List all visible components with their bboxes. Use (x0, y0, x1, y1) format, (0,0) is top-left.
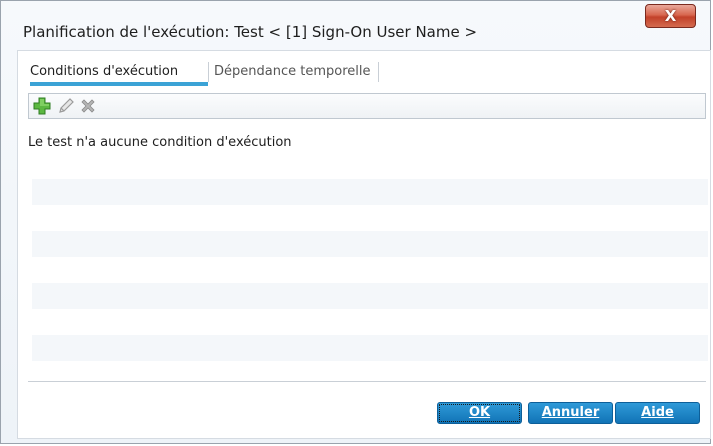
conditions-list[interactable] (32, 153, 708, 387)
list-row (32, 231, 708, 257)
list-row (32, 179, 708, 205)
dialog-client-area: Conditions d'exécution Dépendance tempor… (17, 50, 711, 439)
tab-separator (208, 62, 209, 82)
active-tab-indicator (30, 82, 208, 86)
list-row (32, 283, 708, 309)
add-icon[interactable] (33, 97, 51, 115)
tab-conditions-label: Conditions d'exécution (30, 64, 179, 79)
list-row (32, 205, 708, 231)
ok-button-label: OK (468, 405, 491, 420)
cancel-button[interactable]: Annuler (528, 402, 613, 424)
list-row (32, 153, 708, 179)
ok-button[interactable]: OK (437, 402, 522, 424)
toolbar (28, 93, 706, 119)
delete-icon[interactable] (79, 97, 97, 115)
list-row (32, 335, 708, 361)
pencil-icon[interactable] (57, 97, 75, 115)
close-icon: X (664, 7, 677, 25)
tab-conditions[interactable]: Conditions d'exécution (30, 59, 208, 86)
help-button[interactable]: Aide (615, 402, 700, 424)
empty-message: Le test n'a aucune condition d'exécution (28, 135, 292, 150)
help-button-label: Aide (641, 405, 674, 420)
close-button[interactable]: X (645, 4, 696, 28)
tab-time-dependency[interactable]: Dépendance temporelle (214, 59, 370, 85)
dialog-window: Planification de l'exécution: Test < [1]… (0, 0, 711, 444)
tab-time-dependency-label: Dépendance temporelle (214, 64, 371, 79)
cancel-button-label: Annuler (541, 405, 600, 420)
list-row (32, 361, 708, 387)
tab-separator (378, 62, 379, 82)
list-row (32, 309, 708, 335)
divider (28, 381, 706, 382)
list-row (32, 257, 708, 283)
window-title: Planification de l'exécution: Test < [1]… (23, 23, 478, 41)
title-bar[interactable]: Planification de l'exécution: Test < [1]… (1, 1, 710, 45)
